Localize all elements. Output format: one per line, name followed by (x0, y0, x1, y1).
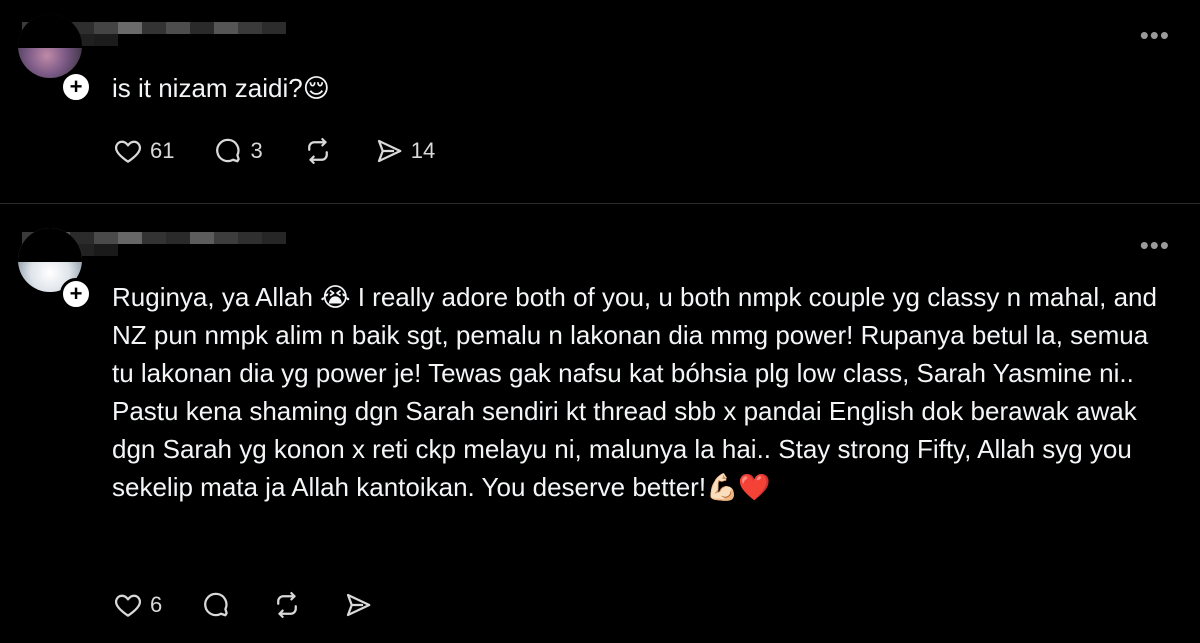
post-actions: 6 (112, 590, 412, 620)
post-text: Ruginya, ya Allah 😭 I really adore both … (112, 282, 1165, 502)
follow-plus-icon[interactable]: + (60, 71, 92, 103)
comment-icon (212, 136, 244, 166)
share-icon (373, 136, 405, 166)
threads-feed: + ••• is it nizam zaidi?😌 61 3 14 + ••• … (0, 0, 1200, 643)
heart-icon (112, 136, 144, 166)
more-options-icon[interactable]: ••• (1140, 22, 1170, 48)
comment-button[interactable]: 3 (212, 136, 263, 166)
like-count: 61 (150, 138, 175, 163)
share-button[interactable]: 14 (373, 136, 435, 166)
share-button[interactable] (342, 590, 374, 620)
heart-icon (112, 590, 144, 620)
like-button[interactable]: 61 (112, 136, 174, 166)
repost-button[interactable] (301, 136, 335, 166)
avatar[interactable] (18, 14, 82, 78)
post-divider (0, 203, 1200, 204)
follow-plus-icon[interactable]: + (60, 278, 92, 310)
comment-icon (200, 590, 232, 620)
share-count: 14 (410, 138, 436, 163)
share-icon (342, 590, 374, 620)
comment-button[interactable] (200, 590, 232, 620)
post-actions: 61 3 14 (112, 136, 473, 166)
post-1: + ••• is it nizam zaidi?😌 61 3 14 (0, 0, 1200, 204)
repost-icon (270, 590, 304, 620)
like-count: 6 (150, 592, 163, 617)
repost-button[interactable] (270, 590, 304, 620)
comment-count: 3 (250, 138, 263, 163)
repost-icon (301, 136, 335, 166)
more-options-icon[interactable]: ••• (1140, 232, 1170, 258)
post-text: is it nizam zaidi?😌 (112, 73, 330, 103)
like-button[interactable]: 6 (112, 590, 162, 620)
